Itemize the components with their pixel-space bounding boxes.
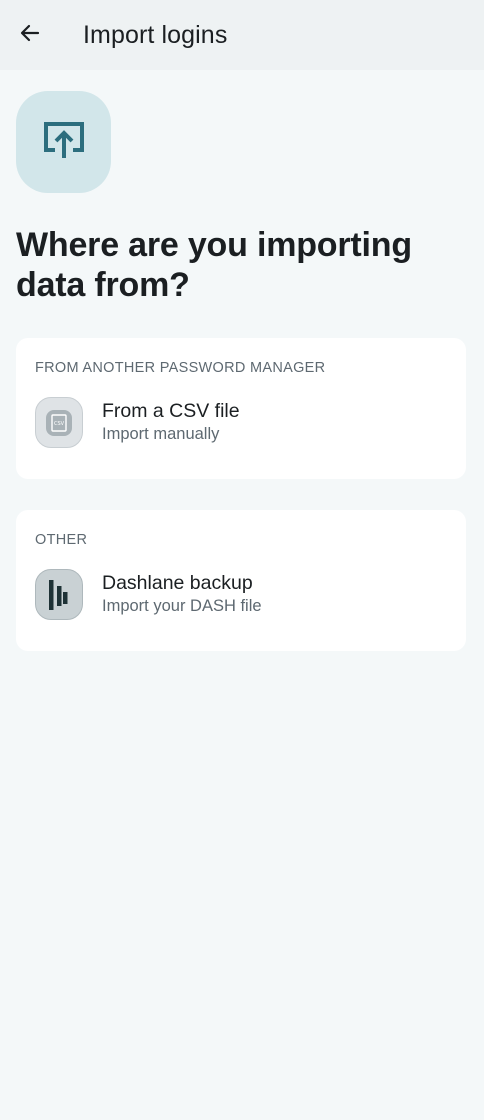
item-subtitle: Import your DASH file: [102, 597, 262, 615]
import-upload-icon: [42, 120, 86, 165]
csv-file-icon: CSV: [35, 397, 83, 448]
item-subtitle: Import manually: [102, 425, 220, 443]
import-dashlane-backup-item[interactable]: Dashlane backup Import your DASH file: [16, 565, 466, 625]
hero-illustration: [16, 91, 111, 193]
import-csv-item[interactable]: CSV From a CSV file Import manually: [16, 393, 466, 453]
section-card-password-manager: FROM ANOTHER PASSWORD MANAGER CSV From a…: [16, 338, 466, 479]
section-card-other: OTHER Dashlane backup Import your DASH f…: [16, 510, 466, 651]
dashlane-logo-icon: [35, 569, 83, 620]
back-button[interactable]: [10, 15, 50, 55]
page-title: Import logins: [83, 21, 228, 49]
item-title: Dashlane backup: [102, 572, 253, 594]
item-title: From a CSV file: [102, 400, 240, 422]
section-header: OTHER: [35, 532, 88, 548]
arrow-left-icon: [18, 21, 42, 50]
app-bar: Import logins: [0, 0, 484, 70]
csv-icon-text: CSV: [54, 421, 65, 427]
headline: Where are you importing data from?: [16, 226, 412, 304]
section-header: FROM ANOTHER PASSWORD MANAGER: [35, 360, 326, 376]
